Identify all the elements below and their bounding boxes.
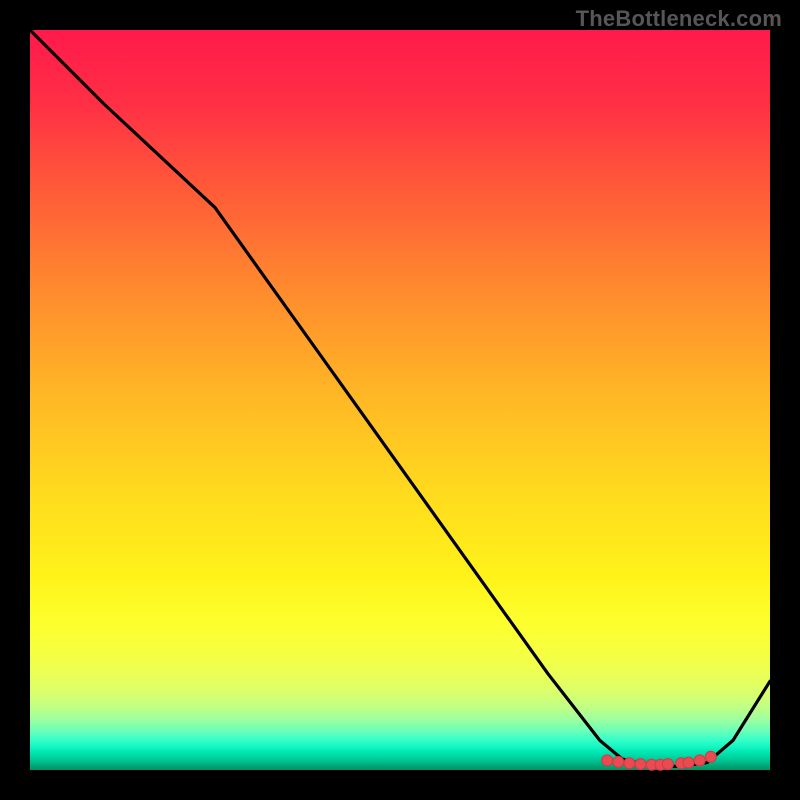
marker-dot	[635, 759, 646, 770]
marker-group	[602, 751, 717, 770]
marker-dot	[662, 759, 673, 770]
marker-dot	[624, 758, 635, 769]
marker-dot	[613, 756, 624, 767]
attribution-text: TheBottleneck.com	[576, 6, 782, 32]
marker-dot	[694, 755, 705, 766]
marker-dot	[683, 757, 694, 768]
marker-dot	[602, 755, 613, 766]
chart-overlay	[30, 30, 770, 770]
bottleneck-curve	[30, 30, 770, 766]
marker-dot	[705, 751, 716, 762]
